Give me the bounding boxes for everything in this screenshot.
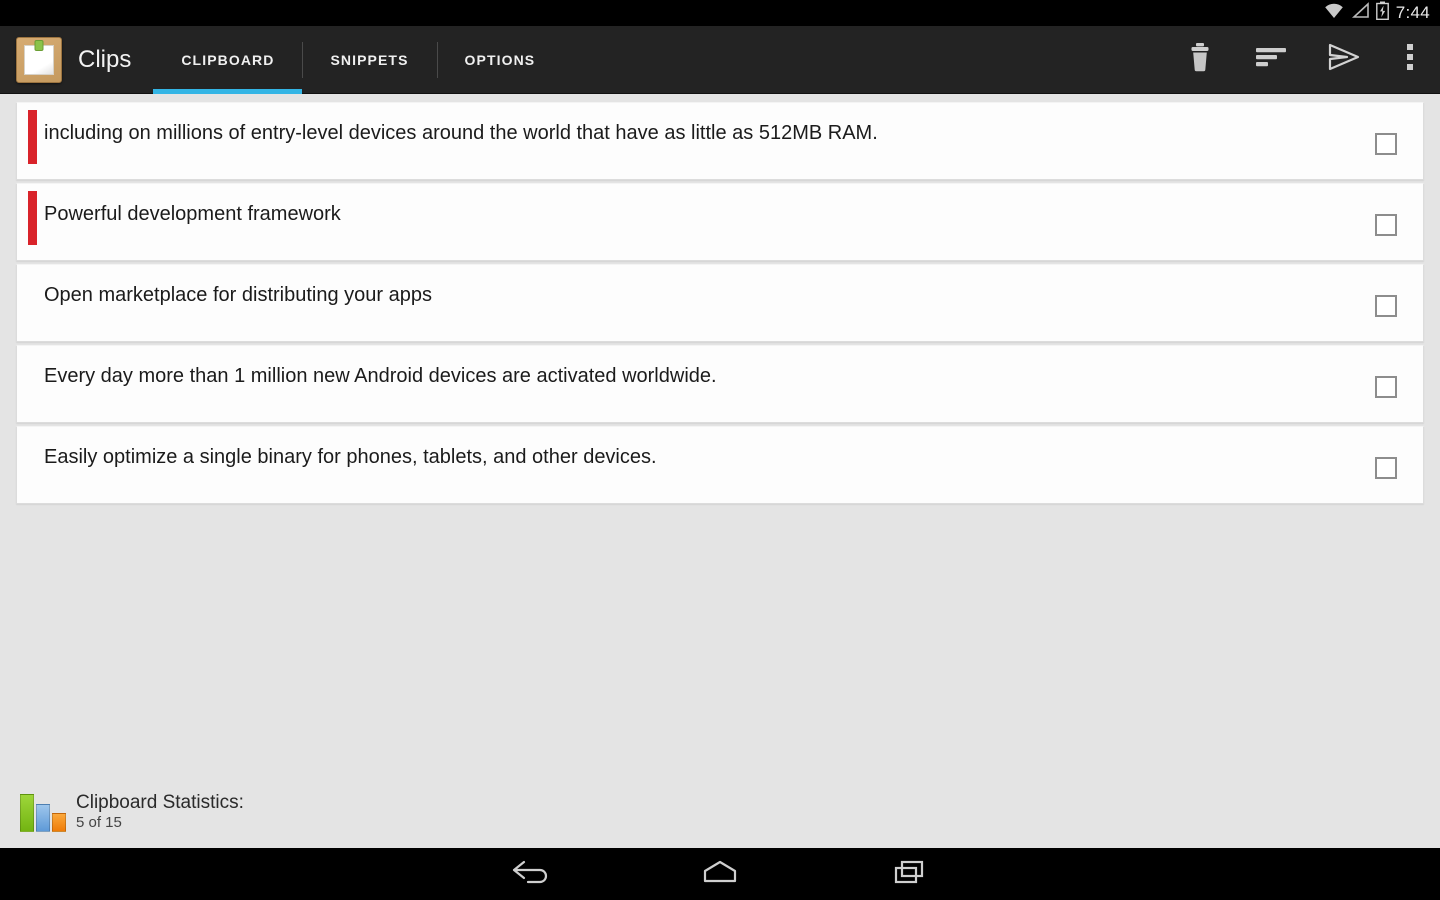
tab-clipboard[interactable]: CLIPBOARD xyxy=(153,26,303,94)
delete-button[interactable] xyxy=(1164,26,1236,94)
app-screen: 7:44 Clips CLIPBOARD SNIPPETS OPTIONS in… xyxy=(0,0,1440,900)
tab-snippets[interactable]: SNIPPETS xyxy=(302,26,436,94)
clip-marker xyxy=(28,110,37,164)
app-title: Clips xyxy=(78,45,132,73)
home-button[interactable] xyxy=(680,848,760,900)
clipboard-app-icon[interactable] xyxy=(16,36,62,83)
clip-checkbox[interactable] xyxy=(1375,376,1397,398)
status-bar-clock: 7:44 xyxy=(1395,3,1430,22)
android-nav-bar xyxy=(0,848,1440,900)
clip-checkbox[interactable] xyxy=(1375,457,1397,479)
tab-options[interactable]: OPTIONS xyxy=(436,26,564,94)
battery-icon xyxy=(1375,1,1389,25)
home-icon xyxy=(698,858,742,891)
clip-marker xyxy=(28,191,37,245)
back-arrow-icon xyxy=(508,858,552,891)
clipboard-statistics[interactable]: Clipboard Statistics: 5 of 15 xyxy=(20,793,244,832)
list-item[interactable]: Open marketplace for distributing your a… xyxy=(16,264,1424,342)
clip-text: Every day more than 1 million new Androi… xyxy=(44,365,717,386)
clip-text: Open marketplace for distributing your a… xyxy=(44,284,432,305)
bar-chart-bar-orange xyxy=(52,813,66,832)
clip-text: including on millions of entry-level dev… xyxy=(44,122,878,143)
list-item[interactable]: Every day more than 1 million new Androi… xyxy=(16,345,1424,423)
clipboard-list: including on millions of entry-level dev… xyxy=(0,94,1440,504)
statistics-title: Clipboard Statistics: xyxy=(76,792,244,814)
sort-icon xyxy=(1256,46,1288,73)
clip-checkbox[interactable] xyxy=(1375,214,1397,236)
recents-icon xyxy=(888,858,932,891)
bar-chart-icon xyxy=(20,794,66,832)
status-bar: 7:44 xyxy=(0,0,1440,26)
action-bar-actions xyxy=(1164,26,1440,94)
sort-button[interactable] xyxy=(1236,26,1308,94)
signal-icon xyxy=(1351,2,1370,24)
list-item[interactable]: Powerful development framework xyxy=(16,183,1424,261)
app-icon-pin xyxy=(35,40,43,50)
bar-chart-bar-green xyxy=(20,794,34,832)
recents-button[interactable] xyxy=(870,848,950,900)
clip-checkbox[interactable] xyxy=(1375,133,1397,155)
send-icon xyxy=(1327,43,1361,76)
list-item[interactable]: Easily optimize a single binary for phon… xyxy=(16,426,1424,504)
status-bar-icons xyxy=(1323,1,1389,25)
send-button[interactable] xyxy=(1308,26,1380,94)
more-vertical-icon xyxy=(1406,42,1414,77)
trash-icon xyxy=(1187,42,1213,77)
clip-text: Easily optimize a single binary for phon… xyxy=(44,446,657,467)
wifi-icon xyxy=(1323,2,1345,24)
tab-bar: CLIPBOARD SNIPPETS OPTIONS xyxy=(153,26,563,94)
bar-chart-bar-blue xyxy=(36,804,50,832)
list-item[interactable]: including on millions of entry-level dev… xyxy=(16,102,1424,180)
statistics-count: 5 of 15 xyxy=(76,814,122,832)
back-button[interactable] xyxy=(490,848,570,900)
clip-checkbox[interactable] xyxy=(1375,295,1397,317)
action-bar: Clips CLIPBOARD SNIPPETS OPTIONS xyxy=(0,26,1440,94)
clip-text: Powerful development framework xyxy=(44,203,341,224)
statistics-text: Clipboard Statistics: 5 of 15 xyxy=(76,793,244,832)
overflow-button[interactable] xyxy=(1380,26,1440,94)
